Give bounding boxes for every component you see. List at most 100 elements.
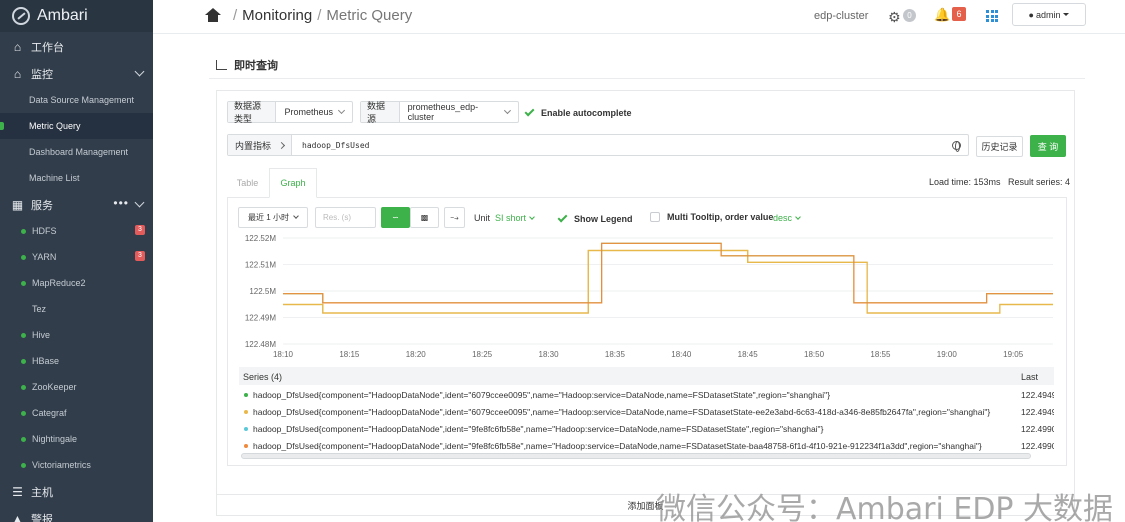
share-icon: ⤍: [450, 212, 459, 222]
series-header: Series (4): [243, 372, 283, 382]
sidebar-item-tez[interactable]: Tez: [0, 296, 153, 322]
autocomplete-checkbox[interactable]: Enable autocomplete: [524, 106, 632, 118]
status-dot: [21, 436, 26, 442]
gear-icon[interactable]: ⚙: [888, 9, 901, 26]
order-select[interactable]: desc: [773, 213, 801, 223]
breadcrumb-monitoring[interactable]: Monitoring: [242, 7, 312, 24]
datasource-type-select[interactable]: 数据源类型 Prometheus: [227, 101, 353, 124]
builtin-metrics-button[interactable]: 内置指标: [228, 135, 293, 155]
sidebar-item-label: Metric Query: [29, 121, 81, 131]
more-icon[interactable]: •••: [113, 196, 129, 210]
apps-grid-icon[interactable]: [986, 10, 998, 22]
caret-down-icon: [1063, 13, 1070, 16]
divider: [209, 78, 1085, 79]
bell-icon[interactable]: 🔔: [934, 7, 950, 23]
sidebar-item-hive[interactable]: Hive: [0, 322, 153, 348]
sidebar-item-data-source-management[interactable]: Data Source Management: [0, 87, 153, 113]
globe-icon[interactable]: [952, 140, 961, 152]
user-name: admin: [1035, 9, 1061, 20]
sidebar-item-label: YARN: [32, 252, 57, 262]
status-dot: [21, 307, 26, 312]
chevron-down-icon: [337, 106, 346, 115]
page-title-row: 即时查询: [216, 57, 278, 73]
series-color-dot: [244, 393, 248, 397]
order-value: desc: [773, 213, 793, 223]
time-range-select[interactable]: 最近 1 小时: [238, 207, 308, 228]
sidebar-item-nightingale[interactable]: Nightingale: [0, 426, 153, 452]
line-chart-icon: [216, 60, 227, 70]
sidebar-item-label: Data Source Management: [29, 95, 135, 105]
sidebar-item-hbase[interactable]: HBase: [0, 348, 153, 374]
load-time: Load time: 153ms: [929, 177, 1001, 187]
status-dot: [21, 358, 26, 364]
area-chart-icon: ▩: [420, 213, 429, 222]
alerts-count-badge[interactable]: 6: [952, 7, 966, 21]
sidebar-item-label: Hive: [32, 330, 51, 340]
sidebar-item-label: 警报: [31, 513, 53, 522]
sidebar-item-workbench[interactable]: ⌂ 工作台: [0, 33, 153, 60]
query-button[interactable]: 查 询: [1030, 135, 1066, 157]
series-name: hadoop_DfsUsed{component="HadoopDataNode…: [253, 424, 824, 434]
brand[interactable]: Ambari: [0, 0, 153, 32]
result-series-count: Result series: 4: [1008, 177, 1071, 187]
sidebar-item-label: MapReduce2: [32, 278, 86, 288]
cluster-name: edp-cluster: [814, 10, 869, 22]
horizontal-scrollbar[interactable]: [241, 453, 1031, 459]
sidebar-item-mapreduce2[interactable]: MapReduce2: [0, 270, 153, 296]
sidebar-item-victoriametrics[interactable]: Victoriametrics: [0, 452, 153, 478]
sidebar-item-hosts[interactable]: ☰ 主机: [0, 478, 153, 505]
tab-graph[interactable]: Graph: [269, 168, 317, 198]
series-row[interactable]: hadoop_DfsUsed{component="HadoopDataNode…: [239, 387, 1054, 404]
multi-tooltip-checkbox[interactable]: Multi Tooltip, order value: [650, 212, 773, 222]
sidebar-item-dashboard-management[interactable]: Dashboard Management: [0, 139, 153, 165]
sidebar-item-machine-list[interactable]: Machine List: [0, 165, 153, 191]
sidebar-item-zookeeper[interactable]: ZooKeeper: [0, 374, 153, 400]
ops-count-badge[interactable]: 0: [903, 9, 916, 22]
check-icon: [557, 212, 568, 223]
home-icon[interactable]: [205, 8, 221, 23]
resolution-placeholder: Res. (s): [323, 213, 351, 222]
query-input[interactable]: 内置指标 hadoop_DfsUsed: [227, 134, 969, 156]
series-row[interactable]: hadoop_DfsUsed{component="HadoopDataNode…: [239, 421, 1054, 438]
sidebar-item-monitor[interactable]: ⌂ 监控: [0, 60, 153, 87]
sidebar-item-services[interactable]: ▦ 服务 •••: [0, 191, 153, 218]
sidebar-item-label: 服务: [31, 199, 53, 212]
series-color-dot: [244, 427, 248, 431]
datasource-select[interactable]: 数据源 prometheus_edp-cluster: [360, 101, 519, 124]
chevron-down-icon: [529, 213, 535, 220]
series-last: 122.4949: [1021, 390, 1054, 400]
history-button[interactable]: 历史记录: [976, 136, 1023, 157]
sidebar-item-categraf[interactable]: Categraf: [0, 400, 153, 426]
sidebar-item-alerts[interactable]: ▲ 警报: [0, 505, 153, 522]
sidebar-item-label: Nightingale: [32, 434, 78, 444]
breadcrumb: / Monitoring / Metric Query: [205, 7, 412, 24]
series-color-dot: [244, 410, 248, 414]
series-row[interactable]: hadoop_DfsUsed{component="HadoopDataNode…: [239, 404, 1054, 421]
user-menu-button[interactable]: ● admin: [1012, 3, 1086, 26]
chevron-down-icon: [293, 213, 299, 219]
sidebar-item-label: Victoriametrics: [32, 460, 91, 470]
sidebar-item-metric-query[interactable]: Metric Query: [0, 113, 153, 139]
sidebar-item-label: Machine List: [29, 173, 80, 183]
unit-select[interactable]: SI short: [495, 213, 535, 223]
resolution-input[interactable]: Res. (s): [315, 207, 376, 228]
page-title: 即时查询: [234, 60, 278, 72]
status-dot: [21, 332, 26, 338]
share-button[interactable]: ⤍: [444, 207, 465, 228]
tab-table[interactable]: Table: [227, 168, 268, 198]
series-last: 122.4990: [1021, 441, 1054, 451]
series-name: hadoop_DfsUsed{component="HadoopDataNode…: [253, 390, 831, 400]
line-chart-toggle[interactable]: ∽: [381, 207, 410, 228]
area-chart-toggle[interactable]: ▩: [410, 207, 439, 228]
sidebar-item-yarn[interactable]: YARN 3: [0, 244, 153, 270]
sidebar-item-hdfs[interactable]: HDFS 3: [0, 218, 153, 244]
sidebar-item-label: Categraf: [32, 408, 67, 418]
chevron-down-icon: [134, 66, 145, 77]
series-name: hadoop_DfsUsed{component="HadoopDataNode…: [253, 441, 982, 451]
chevron-down-icon: [134, 197, 145, 208]
query-text[interactable]: hadoop_DfsUsed: [292, 141, 952, 150]
sidebar-item-label: ZooKeeper: [32, 382, 77, 392]
show-legend-checkbox[interactable]: Show Legend: [557, 212, 633, 224]
sidebar-item-label: HDFS: [32, 226, 57, 236]
ambari-logo-icon: [12, 7, 30, 25]
